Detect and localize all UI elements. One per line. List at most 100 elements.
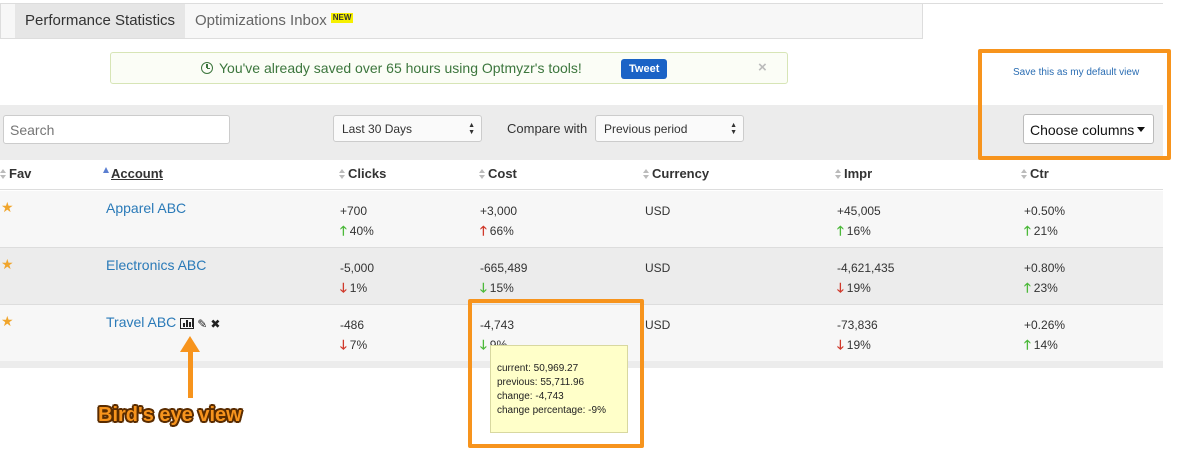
table-row: ★ Apparel ABC +700 🡑 40% +3,000 🡑 66% USD … <box>0 191 1163 248</box>
search-input[interactable] <box>3 115 230 144</box>
notice-message: You've already saved over 65 hours using… <box>201 60 582 76</box>
edit-icon[interactable]: ✎ <box>197 317 207 331</box>
ctr-cell: +0.50% 🡑 21% <box>1024 201 1065 241</box>
header-label: Cost <box>488 166 517 181</box>
arrow-up-icon: 🡑 <box>480 223 487 238</box>
clicks-cell: +700 🡑 40% <box>340 201 374 241</box>
header-cost[interactable]: Cost <box>479 166 517 181</box>
currency-cell: USD <box>645 261 671 275</box>
new-badge: NEW <box>330 13 354 23</box>
tab-performance-statistics[interactable]: Performance Statistics <box>15 4 186 38</box>
impr-change: 19% <box>846 281 871 295</box>
impr-value: -73,836 <box>837 318 878 332</box>
header-ctr[interactable]: Ctr <box>1021 166 1049 181</box>
impr-value: +45,005 <box>837 204 881 218</box>
close-icon[interactable]: × <box>758 59 767 76</box>
account-link[interactable]: Electronics ABC <box>106 257 206 273</box>
select-arrows-icon: ▲ ▼ <box>468 122 475 136</box>
sort-icon <box>1021 169 1027 179</box>
header-label: Ctr <box>1030 166 1049 181</box>
ctr-value: +0.80% <box>1024 261 1066 275</box>
header-fav[interactable]: Fav <box>0 166 31 181</box>
tweet-button[interactable]: Tweet <box>621 59 668 79</box>
compare-label: Compare with <box>507 121 588 136</box>
impr-cell: -4,621,435 🡓 19% <box>837 258 894 298</box>
star-icon[interactable]: ★ <box>1 313 14 330</box>
tab-label: Performance Statistics <box>25 12 176 29</box>
header-currency[interactable]: Currency <box>643 166 709 181</box>
currency-cell: USD <box>645 318 671 332</box>
clicks-value: -486 <box>340 318 365 332</box>
date-range-value: Last 30 Days <box>342 122 413 136</box>
ctr-cell: +0.26% 🡑 14% <box>1024 315 1065 355</box>
arrow-up-icon: 🡑 <box>1024 223 1031 238</box>
cost-value: +3,000 <box>480 204 518 218</box>
table-row: ★ Electronics ABC -5,000 🡓 1% -665,489 🡓 1… <box>0 248 1163 305</box>
annotation-label: Bird's eye view <box>98 404 242 426</box>
birds-eye-view-icon[interactable] <box>180 318 195 329</box>
compare-period-select[interactable]: Previous period ▲ ▼ <box>595 115 744 142</box>
account-link[interactable]: Apparel ABC <box>106 200 186 216</box>
compare-period-value: Previous period <box>604 122 688 136</box>
account-link[interactable]: Travel ABC <box>106 314 176 330</box>
tab-label: Optimizations Inbox <box>195 12 327 29</box>
tab-optimizations-inbox[interactable]: Optimizations Inbox NEW <box>185 4 363 38</box>
ctr-change: 21% <box>1033 224 1058 238</box>
highlight-box-tooltip <box>468 299 644 448</box>
annotation-arrow-shaft <box>188 350 193 398</box>
select-arrows-icon: ▲ ▼ <box>730 122 737 136</box>
cost-cell: -665,489 🡓 15% <box>480 258 527 298</box>
cost-change: 15% <box>489 281 514 295</box>
sort-icon <box>339 169 345 179</box>
clicks-value: +700 <box>340 204 368 218</box>
notice-text: You've already saved over 65 hours using… <box>219 60 582 76</box>
arrow-up-icon: 🡑 <box>837 223 844 238</box>
ctr-change: 14% <box>1033 338 1058 352</box>
clicks-change: 40% <box>349 224 374 238</box>
header-clicks[interactable]: Clicks <box>339 166 386 181</box>
header-label: Currency <box>652 166 710 181</box>
table-header: Fav Account Clicks Cost Currency Impr Ct… <box>0 160 1163 190</box>
impr-cell: +45,005 🡑 16% <box>837 201 881 241</box>
arrow-down-icon: 🡓 <box>340 337 347 352</box>
header-account[interactable]: Account <box>103 166 163 181</box>
account-link-with-actions: Travel ABC ✎ ✖ <box>106 314 223 331</box>
impr-change: 16% <box>846 224 871 238</box>
sort-icon <box>643 169 649 179</box>
header-impr[interactable]: Impr <box>835 166 872 181</box>
sort-icon <box>0 169 6 179</box>
star-icon[interactable]: ★ <box>1 199 14 216</box>
impr-cell: -73,836 🡓 19% <box>837 315 878 355</box>
arrow-down-icon: 🡓 <box>340 280 347 295</box>
header-label: Impr <box>844 166 873 181</box>
cost-value: -665,489 <box>480 261 528 275</box>
arrow-up-icon: 🡑 <box>340 223 347 238</box>
impr-change: 19% <box>846 338 871 352</box>
cost-cell: +3,000 🡑 66% <box>480 201 517 241</box>
clicks-change: 7% <box>349 338 368 352</box>
ctr-value: +0.50% <box>1024 204 1066 218</box>
clock-icon <box>201 62 213 74</box>
clicks-cell: -486 🡓 7% <box>340 315 367 355</box>
header-label: Clicks <box>348 166 387 181</box>
clicks-value: -5,000 <box>340 261 375 275</box>
tab-bar: Performance Statistics Optimizations Inb… <box>0 4 923 39</box>
ctr-change: 23% <box>1033 281 1058 295</box>
highlight-box-columns <box>978 49 1171 160</box>
arrow-down-icon: 🡓 <box>480 280 487 295</box>
delete-icon[interactable]: ✖ <box>210 317 220 331</box>
arrow-up-icon: 🡑 <box>1024 280 1031 295</box>
clicks-cell: -5,000 🡓 1% <box>340 258 374 298</box>
ctr-value: +0.26% <box>1024 318 1066 332</box>
sort-icon <box>479 169 485 179</box>
header-label: Fav <box>9 166 32 181</box>
star-icon[interactable]: ★ <box>1 256 14 273</box>
header-label: Account <box>111 166 163 181</box>
sort-ascending-icon <box>103 167 109 173</box>
arrow-down-icon: 🡓 <box>837 337 844 352</box>
currency-cell: USD <box>645 204 671 218</box>
date-range-select[interactable]: Last 30 Days ▲ ▼ <box>333 115 482 142</box>
sort-icon <box>835 169 841 179</box>
arrow-down-icon: 🡓 <box>837 280 844 295</box>
arrow-up-icon: 🡑 <box>1024 337 1031 352</box>
